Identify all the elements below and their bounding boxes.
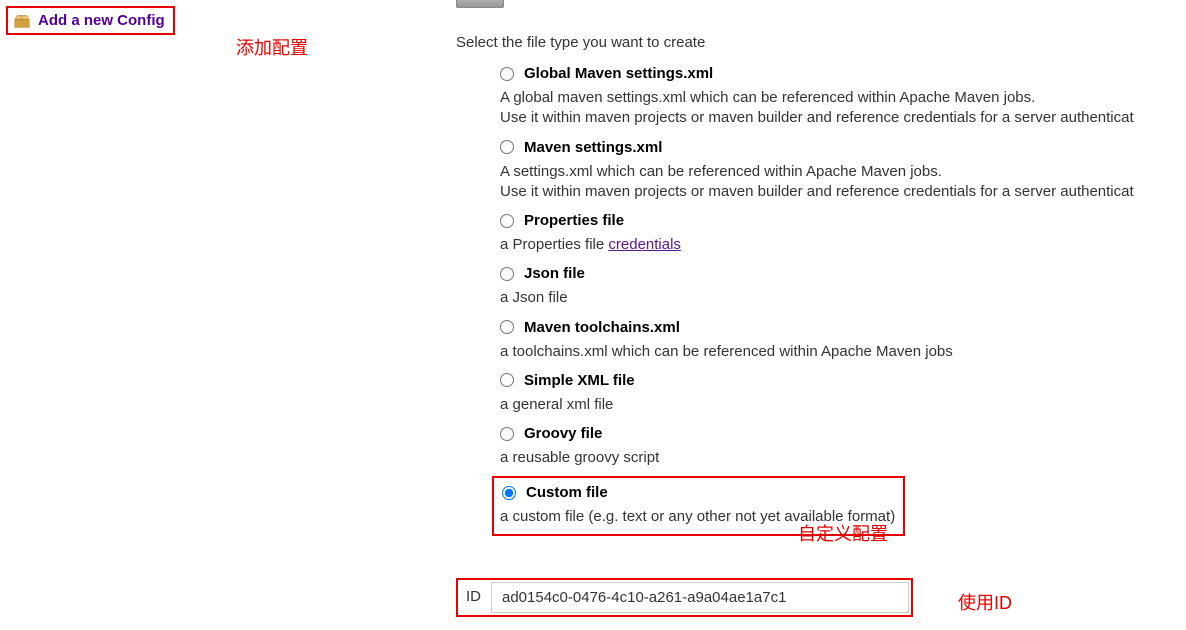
radio-global-maven[interactable] xyxy=(500,67,514,81)
option-toolchains: Maven toolchains.xml a toolchains.xml wh… xyxy=(500,317,1186,362)
id-row-highlight: ID xyxy=(456,578,913,617)
option-global-maven-head[interactable]: Global Maven settings.xml xyxy=(500,63,1186,84)
option-groovy-head[interactable]: Groovy file xyxy=(500,423,1186,444)
option-maven-settings: Maven settings.xml A settings.xml which … xyxy=(500,137,1186,203)
annotation-custom-config: 自定义配置 xyxy=(798,520,888,546)
credentials-link[interactable]: credentials xyxy=(608,236,681,253)
option-simple-xml: Simple XML file a general xml file xyxy=(500,370,1186,415)
option-json-head[interactable]: Json file xyxy=(500,263,1186,284)
option-custom-head[interactable]: Custom file xyxy=(502,482,895,503)
option-global-maven-desc: A global maven settings.xml which can be… xyxy=(500,88,1186,129)
option-json-label: Json file xyxy=(524,265,585,282)
option-maven-settings-head[interactable]: Maven settings.xml xyxy=(500,137,1186,158)
option-groovy-desc: a reusable groovy script xyxy=(500,448,1186,468)
radio-toolchains[interactable] xyxy=(500,320,514,334)
option-simple-xml-desc: a general xml file xyxy=(500,395,1186,415)
add-new-config-link[interactable]: Add a new Config xyxy=(6,6,175,35)
main-panel: Select the file type you want to create … xyxy=(456,0,1186,536)
option-simple-xml-label: Simple XML file xyxy=(524,372,635,389)
option-toolchains-head[interactable]: Maven toolchains.xml xyxy=(500,317,1186,338)
option-global-maven: Global Maven settings.xml A global maven… xyxy=(500,63,1186,129)
option-properties-head[interactable]: Properties file xyxy=(500,210,1186,231)
radio-maven-settings[interactable] xyxy=(500,140,514,154)
radio-json[interactable] xyxy=(500,267,514,281)
annotation-use-id: 使用ID xyxy=(958,589,1012,615)
option-json: Json file a Json file xyxy=(500,263,1186,308)
radio-groovy[interactable] xyxy=(500,427,514,441)
option-properties-desc: a Properties file credentials xyxy=(500,235,1186,255)
option-maven-settings-desc: A settings.xml which can be referenced w… xyxy=(500,162,1186,203)
option-toolchains-desc: a toolchains.xml which can be referenced… xyxy=(500,342,1186,362)
option-properties: Properties file a Properties file creden… xyxy=(500,210,1186,255)
file-type-options: Global Maven settings.xml A global maven… xyxy=(500,63,1186,536)
option-properties-label: Properties file xyxy=(524,212,624,229)
id-input[interactable] xyxy=(491,582,909,613)
gray-button[interactable] xyxy=(456,0,504,8)
package-icon xyxy=(12,13,32,29)
option-groovy-label: Groovy file xyxy=(524,425,602,442)
option-custom-label: Custom file xyxy=(526,484,608,501)
radio-properties[interactable] xyxy=(500,214,514,228)
option-toolchains-label: Maven toolchains.xml xyxy=(524,319,680,336)
radio-simple-xml[interactable] xyxy=(500,373,514,387)
option-json-desc: a Json file xyxy=(500,288,1186,308)
option-maven-settings-label: Maven settings.xml xyxy=(524,139,662,156)
option-groovy: Groovy file a reusable groovy script xyxy=(500,423,1186,468)
option-simple-xml-head[interactable]: Simple XML file xyxy=(500,370,1186,391)
annotation-add-config: 添加配置 xyxy=(236,34,308,60)
select-file-type-prompt: Select the file type you want to create xyxy=(456,34,1186,51)
add-new-config-label: Add a new Config xyxy=(38,12,165,29)
option-global-maven-label: Global Maven settings.xml xyxy=(524,65,713,82)
id-label: ID xyxy=(458,580,491,615)
radio-custom[interactable] xyxy=(502,486,516,500)
